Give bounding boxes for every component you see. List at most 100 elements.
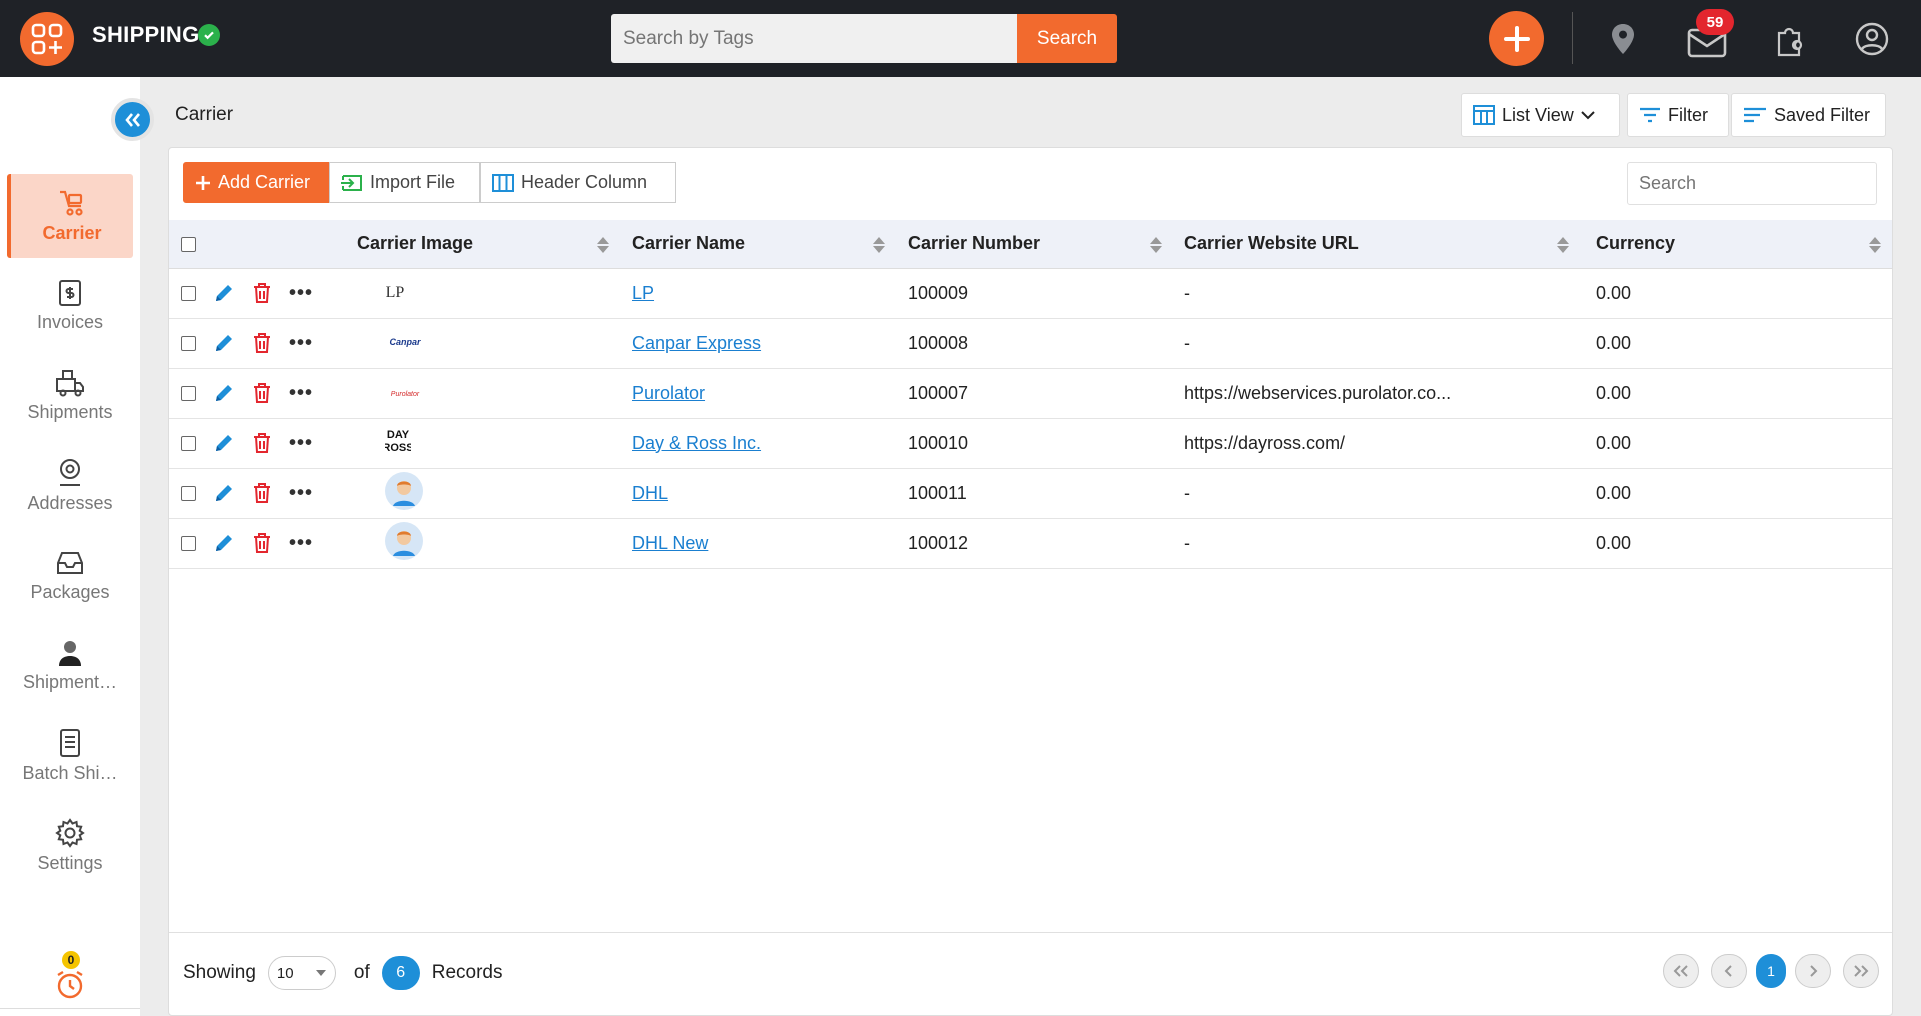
- row-checkbox[interactable]: [181, 285, 196, 301]
- currency-value: 0.00: [1596, 382, 1632, 403]
- sidebar-item-label: Batch Shi…: [22, 763, 118, 783]
- first-page-button[interactable]: [1663, 954, 1699, 988]
- package-inbox-icon: [57, 552, 83, 574]
- column-header-carrier-number[interactable]: Carrier Number: [896, 220, 1173, 269]
- carrier-name-link[interactable]: LP: [632, 283, 654, 303]
- sidebar-item-shipments[interactable]: Shipments: [7, 354, 133, 438]
- table-row[interactable]: ••• DAY ROSS Day & Ross Inc. 100010 https…: [169, 418, 1892, 468]
- row-checkbox[interactable]: [181, 385, 196, 401]
- alarm-clock-icon: [57, 970, 83, 999]
- carrier-name-link[interactable]: Canpar Express: [632, 333, 761, 353]
- more-options-icon[interactable]: •••: [289, 382, 313, 405]
- sidebar-divider: [0, 1008, 140, 1009]
- carrier-name-link[interactable]: Day & Ross Inc.: [632, 433, 761, 453]
- sort-icon[interactable]: [1868, 236, 1882, 254]
- table-search-input[interactable]: [1627, 162, 1877, 205]
- delete-trash-icon[interactable]: [252, 432, 272, 454]
- column-header-carrier-name[interactable]: Carrier Name: [620, 220, 896, 269]
- sidebar-item-addresses[interactable]: Addresses: [7, 444, 133, 528]
- collapse-sidebar-button[interactable]: [111, 98, 154, 141]
- row-checkbox[interactable]: [181, 535, 196, 551]
- select-all-checkbox[interactable]: [181, 237, 196, 252]
- sort-icon[interactable]: [1556, 236, 1570, 254]
- carrier-website-url: https://dayross.com/: [1184, 432, 1346, 453]
- header-column-button[interactable]: Header Column: [480, 162, 676, 203]
- sort-icon[interactable]: [596, 236, 610, 254]
- add-new-icon[interactable]: [1489, 11, 1544, 66]
- shipments-icon: [56, 370, 84, 397]
- table-header-row: Carrier Image Carrier Name Carrier Numbe…: [169, 220, 1892, 269]
- sidebar-item-shipment-users[interactable]: Shipment…: [7, 624, 133, 708]
- edit-pencil-icon[interactable]: [213, 482, 235, 504]
- chevron-left-icon: [1724, 965, 1732, 977]
- carrier-number: 100010: [908, 432, 969, 453]
- carrier-name-link[interactable]: DHL New: [632, 533, 708, 553]
- more-options-icon[interactable]: •••: [289, 282, 313, 305]
- add-carrier-button[interactable]: Add Carrier: [183, 162, 329, 203]
- edit-pencil-icon[interactable]: [213, 282, 235, 304]
- more-options-icon[interactable]: •••: [289, 482, 313, 505]
- edit-pencil-icon[interactable]: [213, 432, 235, 454]
- column-header-carrier-image[interactable]: Carrier Image: [344, 220, 620, 269]
- user-account-icon[interactable]: [1852, 19, 1892, 59]
- sidebar-item-label: Shipments: [27, 402, 113, 422]
- carrier-name-link[interactable]: DHL: [632, 483, 668, 503]
- page-1-button[interactable]: 1: [1756, 954, 1786, 988]
- sort-icon[interactable]: [872, 236, 886, 254]
- table-row[interactable]: ••• Canpar Canpar Express 100008 - 0.00: [169, 318, 1892, 368]
- sidebar-item-label: Invoices: [36, 312, 104, 332]
- last-page-button[interactable]: [1843, 954, 1879, 988]
- page-size-select[interactable]: 10: [267, 956, 336, 990]
- edit-pencil-icon[interactable]: [213, 382, 235, 404]
- sidebar-item-batch-shipments[interactable]: Batch Shi…: [7, 714, 133, 798]
- sidebar-item-label: Settings: [37, 853, 103, 873]
- delete-trash-icon[interactable]: [252, 482, 272, 504]
- import-icon: [341, 174, 362, 191]
- delete-trash-icon[interactable]: [252, 332, 272, 354]
- filter-button[interactable]: Filter: [1627, 93, 1729, 137]
- previous-page-button[interactable]: [1711, 954, 1747, 988]
- next-page-button[interactable]: [1795, 954, 1831, 988]
- sidebar-item-packages[interactable]: Packages: [7, 534, 133, 618]
- list-view-dropdown[interactable]: List View: [1461, 93, 1620, 137]
- row-checkbox[interactable]: [181, 435, 196, 451]
- app-grid-logo-icon[interactable]: [20, 12, 74, 66]
- svg-text:Canpar: Canpar: [389, 337, 421, 347]
- carrier-name-link[interactable]: Purolator: [632, 383, 705, 403]
- sort-icon[interactable]: [1149, 236, 1163, 254]
- edit-pencil-icon[interactable]: [213, 332, 235, 354]
- cart-icon: [60, 190, 83, 216]
- sidebar-item-label: Addresses: [27, 493, 113, 513]
- more-options-icon[interactable]: •••: [289, 332, 313, 355]
- tag-search-input[interactable]: [611, 14, 1017, 63]
- settings-puzzle-icon[interactable]: [1771, 19, 1811, 59]
- more-options-icon[interactable]: •••: [289, 432, 313, 455]
- delete-trash-icon[interactable]: [252, 382, 272, 404]
- edit-pencil-icon[interactable]: [213, 532, 235, 554]
- chevron-right-icon: [1810, 965, 1818, 977]
- alarm-clock-button[interactable]: 0: [54, 951, 88, 1001]
- table-row[interactable]: ••• DHL 100011 - 0.00: [169, 468, 1892, 518]
- address-pin-icon: [60, 459, 80, 486]
- import-file-button[interactable]: Import File: [329, 162, 480, 203]
- column-header-currency[interactable]: Currency: [1580, 220, 1892, 269]
- column-header-carrier-website-url[interactable]: Carrier Website URL: [1173, 220, 1580, 269]
- delete-trash-icon[interactable]: [252, 282, 272, 304]
- table-row[interactable]: ••• Purolator Purolator 100007 https://w…: [169, 368, 1892, 418]
- tag-search-button[interactable]: Search: [1017, 14, 1117, 63]
- row-checkbox[interactable]: [181, 335, 196, 351]
- table-row[interactable]: ••• DHL New 100012 - 0.00: [169, 518, 1892, 568]
- table-row[interactable]: ••• LP LP 100009 - 0.00: [169, 268, 1892, 318]
- caret-down-icon: [315, 970, 326, 976]
- row-checkbox[interactable]: [181, 485, 196, 501]
- saved-filter-button[interactable]: Saved Filter: [1731, 93, 1886, 137]
- columns-icon: [492, 173, 514, 192]
- delete-trash-icon[interactable]: [252, 532, 272, 554]
- notification-count-badge: 59: [1696, 9, 1734, 35]
- location-pin-icon[interactable]: [1603, 19, 1643, 59]
- more-options-icon[interactable]: •••: [289, 532, 313, 555]
- sidebar-item-carrier[interactable]: Carrier: [7, 174, 133, 258]
- sidebar-item-settings[interactable]: Settings: [7, 804, 133, 888]
- carrier-number: 100012: [908, 532, 969, 553]
- sidebar-item-invoices[interactable]: Invoices: [7, 264, 133, 348]
